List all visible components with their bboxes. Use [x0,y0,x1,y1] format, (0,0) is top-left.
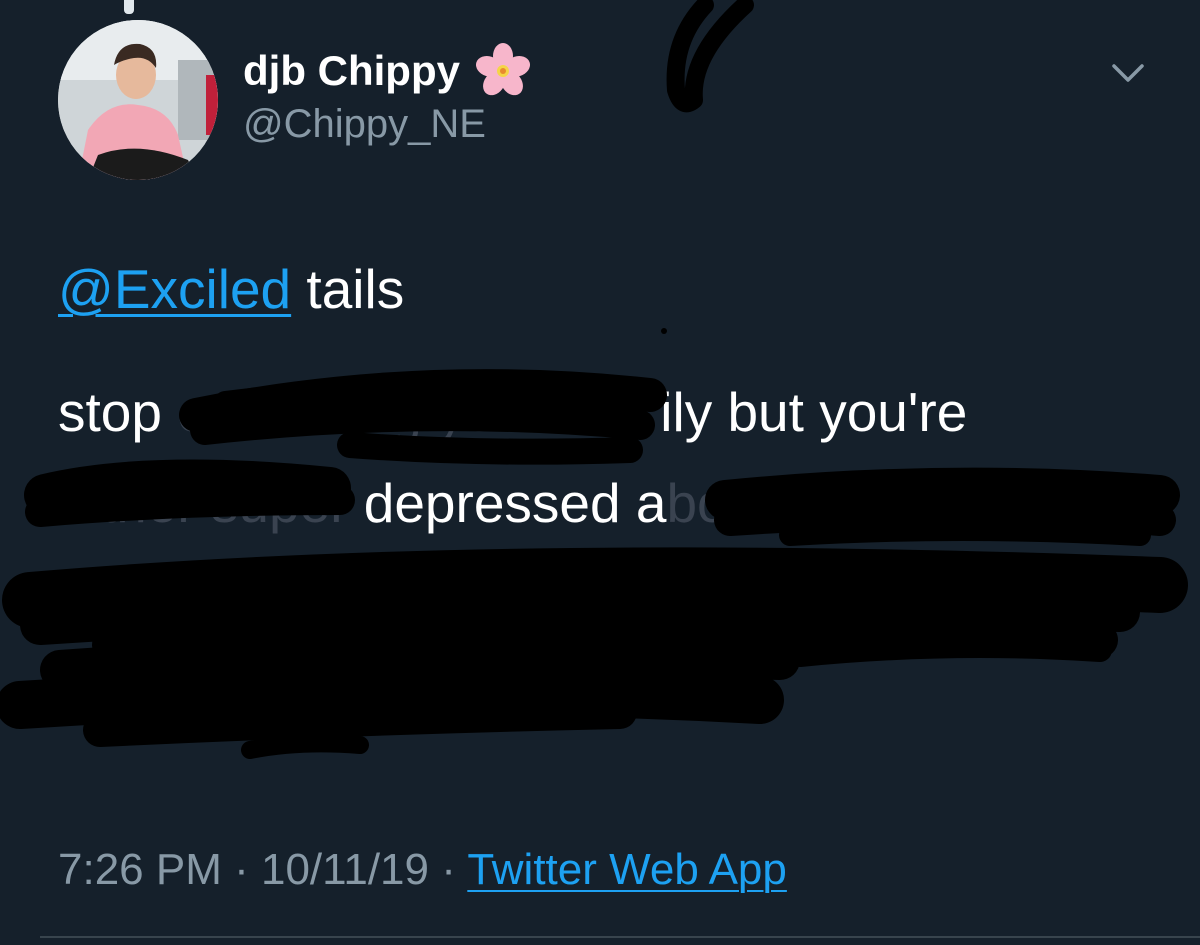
display-name-text: djb Chippy [243,47,460,94]
author-handle[interactable]: @Chippy_NE [243,102,486,147]
avatar-photo [58,20,218,180]
tweet-text-line-2: stop overrating yourself, ily but you're [58,379,967,445]
redacted-text: overrating yourself, [177,381,661,443]
separator: · [221,845,261,894]
tweet-text: ily but you're [660,381,968,443]
tweet-metadata: 7:26 PM · 10/11/19 · Twitter Web App [58,845,787,895]
redacted-text: some middleground [58,660,542,722]
tweet-text: stop [58,381,178,443]
scroll-indicator [124,0,134,14]
redacted-text: either super [58,472,349,534]
redacted-text: bout your skill [666,472,1003,534]
cherry-blossom-emoji [475,43,530,96]
tweet-text-line-1: @Exciled tails [58,256,404,322]
tweet-text: tails [291,258,405,320]
tweet-text: depressed a [348,472,667,534]
tweet-text-line-3: either super depressed about your skill [58,470,1003,536]
avatar[interactable] [58,20,218,180]
tweet-time[interactable]: 7:26 PM [58,845,222,894]
tweet-text-line-5: some middleground [58,658,541,724]
tweet-date[interactable]: 10/11/19 [261,845,429,894]
mention-link[interactable]: @Exciled [58,258,291,320]
chevron-down-icon[interactable] [1108,58,1148,88]
source-link[interactable]: Twitter Web App [467,845,787,894]
separator: · [429,845,468,894]
tweet-text-line-4: or WAY too overconfident on it. find [58,564,916,630]
divider [40,936,1200,938]
author-display-name[interactable]: djb Chippy [243,42,532,100]
redacted-text: or WAY too overconfident on it. find [58,566,917,628]
